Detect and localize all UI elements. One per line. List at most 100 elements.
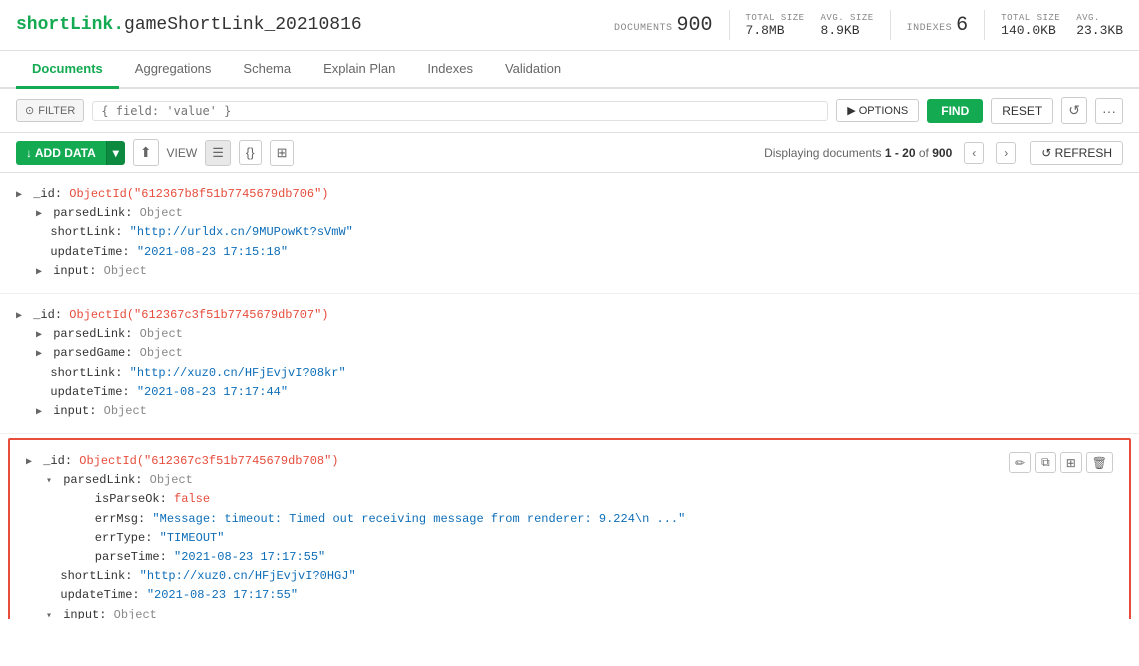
doc2-input-value: Object — [104, 404, 147, 418]
tab-aggregations[interactable]: Aggregations — [119, 51, 228, 89]
doc3-shortlink: shortLink: "http://xuz0.cn/HFjEvjvI?0HGJ… — [26, 567, 1113, 586]
doc3-errmsg: errMsg: "Message: timeout: Timed out rec… — [26, 510, 1113, 529]
indexes-total-label: TOTAL SIZE — [1001, 13, 1060, 23]
stat-divider-3 — [984, 10, 985, 40]
doc3-delete-button[interactable]: 🗑 — [1086, 452, 1113, 473]
doc1-shortlink: shortLink: "http://urldx.cn/9MUPowKt?sVm… — [16, 223, 1123, 242]
action-bar: ↓ ADD DATA ▾ ⬆ VIEW ☰ {} ⊞ Displaying do… — [0, 133, 1139, 173]
doc3-errtype-value: "TIMEOUT" — [160, 531, 225, 545]
doc3-parsedlink-key: parsedLink: — [63, 473, 149, 487]
tab-documents[interactable]: Documents — [16, 51, 119, 89]
doc3-parsetime-value: "2021-08-23 17:17:55" — [174, 550, 325, 564]
add-data-dropdown-button[interactable]: ▾ — [106, 141, 125, 165]
filter-button[interactable]: ⊙ FILTER — [16, 99, 84, 122]
doc1-id-value: ObjectId("612367b8f51b7745679db706") — [69, 187, 328, 201]
doc2-id-key: _id: — [33, 308, 69, 322]
doc2-shortlink-value: "http://xuz0.cn/HFjEvjvI?08kr" — [130, 366, 346, 380]
doc1-input-key: input: — [53, 264, 103, 278]
add-data-label: ↓ ADD DATA — [26, 146, 96, 160]
filter-input[interactable] — [101, 104, 819, 118]
doc3-errtype: errType: "TIMEOUT" — [26, 529, 1113, 548]
doc3-isparseok-value: false — [174, 492, 210, 506]
doc3-expand-arrow[interactable]: ▶ — [26, 457, 32, 468]
refresh-button[interactable]: ↺ REFRESH — [1030, 141, 1123, 165]
filter-label: FILTER — [38, 105, 75, 117]
doc1-parsedlink-value: Object — [140, 206, 183, 220]
add-data-button[interactable]: ↓ ADD DATA — [16, 141, 106, 165]
avg-size-stats: AVG. SIZE 8.9KB — [821, 13, 874, 38]
total-size-value: 7.8MB — [746, 23, 785, 38]
indexes-label: INDEXES — [907, 23, 953, 34]
doc3-isparseok: isParseOk: false — [26, 490, 1113, 509]
doc3-edit-button[interactable]: ✏ — [1009, 452, 1031, 473]
doc3-errmsg-key: errMsg: — [66, 512, 152, 526]
doc3-parsedlink-arrow[interactable]: ▾ — [46, 476, 52, 487]
doc1-expand-arrow[interactable]: ▶ — [16, 190, 22, 201]
reset-button[interactable]: RESET — [991, 98, 1053, 124]
doc2-updatetime-key: updateTime: — [36, 385, 137, 399]
document-3: ✏ ⧉ ⊞ 🗑 ▶ _id: ObjectId("612367c3f51b774… — [8, 438, 1131, 619]
tab-explain[interactable]: Explain Plan — [307, 51, 411, 89]
doc1-id-key: _id: — [33, 187, 69, 201]
tab-indexes[interactable]: Indexes — [411, 51, 489, 89]
doc2-shortlink-key: shortLink: — [36, 366, 130, 380]
indexes-value: 6 — [956, 14, 968, 37]
doc1-updatetime: updateTime: "2021-08-23 17:15:18" — [16, 243, 1123, 262]
doc2-parsedgame: ▶ parsedGame: Object — [16, 344, 1123, 363]
next-page-button[interactable]: › — [996, 142, 1016, 164]
doc3-actions: ✏ ⧉ ⊞ 🗑 — [1009, 452, 1113, 473]
doc2-id-line: ▶ _id: ObjectId("612367c3f51b7745679db70… — [16, 306, 1123, 325]
reset-label: RESET — [1002, 104, 1042, 118]
doc3-shortlink-value: "http://xuz0.cn/HFjEvjvI?0HGJ" — [140, 569, 356, 583]
doc1-input-arrow[interactable]: ▶ — [36, 267, 42, 278]
list-view-button[interactable]: ☰ — [205, 140, 231, 166]
doc2-input-arrow[interactable]: ▶ — [36, 407, 42, 418]
document-2: ▶ _id: ObjectId("612367c3f51b7745679db70… — [0, 294, 1139, 434]
doc1-updatetime-value: "2021-08-23 17:15:18" — [137, 245, 288, 259]
doc2-parsedgame-arrow[interactable]: ▶ — [36, 349, 42, 360]
doc1-updatetime-key: updateTime: — [36, 245, 137, 259]
avg-size-value: 8.9KB — [821, 23, 860, 38]
more-options-button[interactable]: ··· — [1095, 98, 1123, 124]
json-view-button[interactable]: {} — [239, 140, 262, 165]
doc2-expand-arrow[interactable]: ▶ — [16, 311, 22, 322]
options-label: ▶ OPTIONS — [847, 104, 908, 117]
doc3-parsetime: parseTime: "2021-08-23 17:17:55" — [26, 548, 1113, 567]
header: shortLink.gameShortLink_20210816 DOCUMEN… — [0, 0, 1139, 51]
filter-toolbar: ⊙ FILTER ▶ OPTIONS FIND RESET ↺ ··· — [0, 89, 1139, 133]
doc3-parsedlink: ▾ parsedLink: Object — [26, 471, 1113, 490]
tab-validation[interactable]: Validation — [489, 51, 577, 89]
doc3-parsedlink-value: Object — [150, 473, 193, 487]
brand-name: shortLink. — [16, 15, 124, 35]
history-button[interactable]: ↺ — [1061, 97, 1087, 124]
doc1-shortlink-value: "http://urldx.cn/9MUPowKt?sVmW" — [130, 225, 353, 239]
indexes-avg-label: AVG. — [1076, 13, 1100, 23]
tab-schema[interactable]: Schema — [227, 51, 307, 89]
doc3-clone-button[interactable]: ⊞ — [1060, 452, 1082, 473]
doc3-updatetime-value: "2021-08-23 17:17:55" — [147, 588, 298, 602]
filter-icon: ⊙ — [25, 104, 34, 117]
find-button[interactable]: FIND — [927, 99, 983, 123]
doc3-parsetime-key: parseTime: — [66, 550, 174, 564]
indexes-total-stats: TOTAL SIZE 140.0KB — [1001, 13, 1060, 38]
documents-area: ▶ _id: ObjectId("612367b8f51b7745679db70… — [0, 173, 1139, 619]
doc3-shortlink-key: shortLink: — [46, 569, 140, 583]
doc1-input: ▶ input: Object — [16, 262, 1123, 281]
doc3-copy-button[interactable]: ⧉ — [1035, 452, 1056, 473]
doc3-updatetime: updateTime: "2021-08-23 17:17:55" — [26, 586, 1113, 605]
view-label: VIEW — [167, 146, 198, 160]
doc1-parsedlink-arrow[interactable]: ▶ — [36, 209, 42, 220]
display-of: of — [919, 146, 929, 160]
options-button[interactable]: ▶ OPTIONS — [836, 99, 919, 122]
doc3-input-arrow[interactable]: ▾ — [46, 611, 52, 619]
doc2-input-key: input: — [53, 404, 103, 418]
doc2-parsedlink-arrow[interactable]: ▶ — [36, 330, 42, 341]
doc2-updatetime-value: "2021-08-23 17:17:44" — [137, 385, 288, 399]
indexes-avg-value: 23.3KB — [1076, 23, 1123, 38]
doc2-input: ▶ input: Object — [16, 402, 1123, 421]
prev-page-button[interactable]: ‹ — [964, 142, 984, 164]
doc3-id-line: ▶ _id: ObjectId("612367c3f51b7745679db70… — [26, 452, 1113, 471]
stat-divider-2 — [890, 10, 891, 40]
export-button[interactable]: ⬆ — [133, 139, 159, 166]
table-view-button[interactable]: ⊞ — [270, 140, 295, 166]
